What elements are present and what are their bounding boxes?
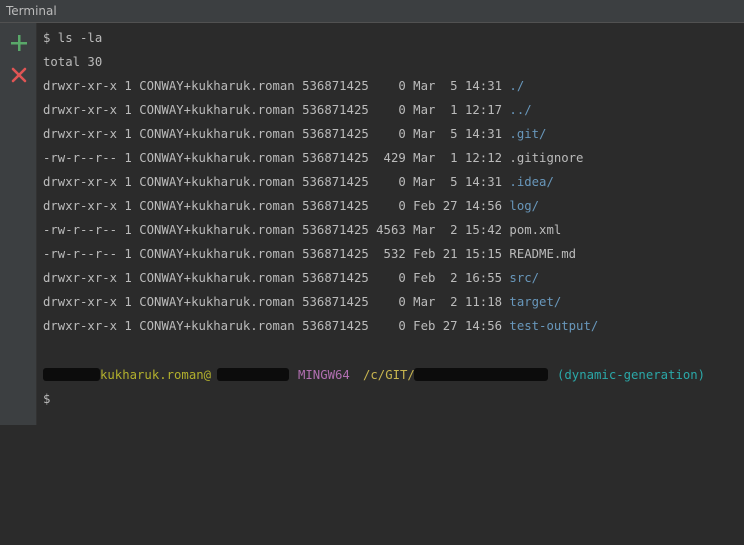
entry-meta: drwxr-xr-x 1 CONWAY+kukharuk.roman 53687… [43,79,510,93]
redaction-mark [43,368,100,381]
plus-icon [11,35,27,51]
list-item: drwxr-xr-x 1 CONWAY+kukharuk.roman 53687… [43,100,532,120]
list-item: drwxr-xr-x 1 CONWAY+kukharuk.roman 53687… [43,196,539,216]
shell-prompt: kukharuk.roman@ MINGW64 /c/GIT/ (dynamic… [43,365,733,385]
list-item: -rw-r--r-- 1 CONWAY+kukharuk.roman 53687… [43,244,576,264]
close-session-button[interactable] [9,65,29,85]
list-item: drwxr-xr-x 1 CONWAY+kukharuk.roman 53687… [43,172,554,192]
entry-meta: drwxr-xr-x 1 CONWAY+kukharuk.roman 53687… [43,271,510,285]
list-item: drwxr-xr-x 1 CONWAY+kukharuk.roman 53687… [43,316,598,336]
entry-name: ./ [509,79,525,93]
list-item: drwxr-xr-x 1 CONWAY+kukharuk.roman 53687… [43,124,546,144]
list-item: -rw-r--r-- 1 CONWAY+kukharuk.roman 53687… [43,220,561,240]
entry-name: pom.xml [509,223,562,237]
window-title: Terminal [6,4,57,18]
terminal-output[interactable]: $ ls -la total 30 drwxr-xr-x 1 CONWAY+ku… [37,23,744,425]
terminal-toolbar [0,23,37,425]
entry-meta: drwxr-xr-x 1 CONWAY+kukharuk.roman 53687… [43,127,510,141]
entry-name: ../ [509,103,532,117]
entry-meta: -rw-r--r-- 1 CONWAY+kukharuk.roman 53687… [43,247,510,261]
close-icon [11,67,27,83]
entry-name: test-output/ [509,319,599,333]
entry-meta: -rw-r--r-- 1 CONWAY+kukharuk.roman 53687… [43,223,510,237]
new-session-button[interactable] [9,33,29,53]
entry-name: .git/ [509,127,547,141]
input-prompt[interactable]: $ [43,389,50,409]
command-line: $ ls -la [43,31,103,45]
entry-name: .idea/ [509,175,554,189]
tool-window-header: Terminal [0,0,744,23]
list-item: -rw-r--r-- 1 CONWAY+kukharuk.roman 53687… [43,148,583,168]
prompt-branch: (dynamic-generation) [557,368,706,382]
entry-name: .gitignore [509,151,584,165]
redaction-mark [414,368,548,381]
entry-meta: drwxr-xr-x 1 CONWAY+kukharuk.roman 53687… [43,295,510,309]
entry-meta: drwxr-xr-x 1 CONWAY+kukharuk.roman 53687… [43,199,510,213]
entry-name: log/ [509,199,540,213]
entry-name: README.md [509,247,577,261]
entry-meta: drwxr-xr-x 1 CONWAY+kukharuk.roman 53687… [43,103,510,117]
total-line: total 30 [43,55,103,69]
entry-name: target/ [509,295,562,309]
entry-name: src/ [509,271,540,285]
entry-meta: -rw-r--r-- 1 CONWAY+kukharuk.roman 53687… [43,151,510,165]
prompt-system: MINGW64 [298,368,350,382]
list-item: drwxr-xr-x 1 CONWAY+kukharuk.roman 53687… [43,76,524,96]
list-item: drwxr-xr-x 1 CONWAY+kukharuk.roman 53687… [43,292,561,312]
redaction-mark [217,368,289,381]
prompt-path: /c/GIT/ [363,368,415,382]
prompt-user: kukharuk.roman@ [100,368,212,382]
entry-meta: drwxr-xr-x 1 CONWAY+kukharuk.roman 53687… [43,319,510,333]
list-item: drwxr-xr-x 1 CONWAY+kukharuk.roman 53687… [43,268,539,288]
entry-meta: drwxr-xr-x 1 CONWAY+kukharuk.roman 53687… [43,175,510,189]
